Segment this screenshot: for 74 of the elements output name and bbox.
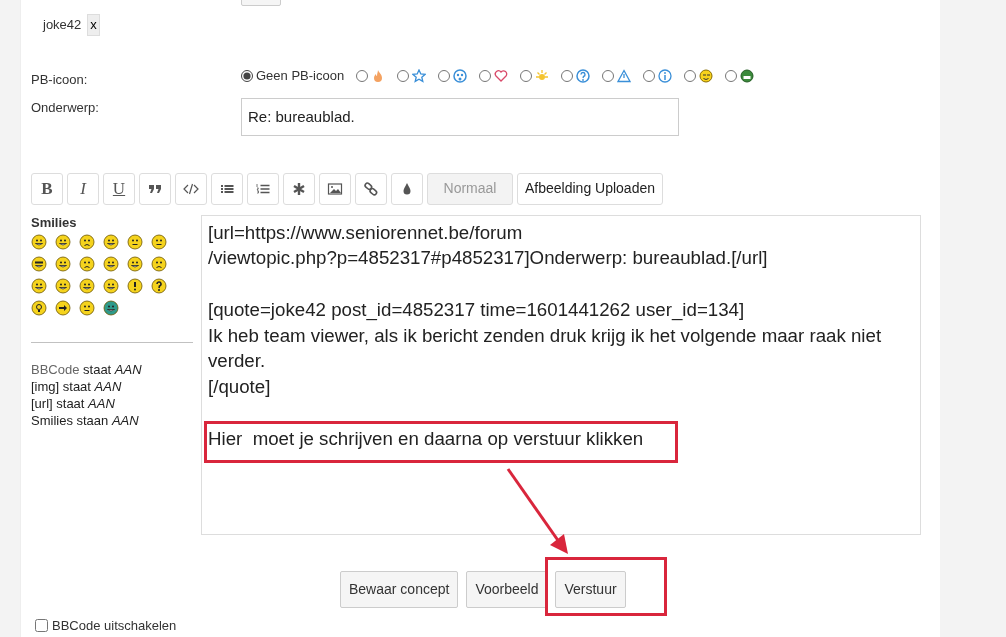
remove-button[interactable]: x: [87, 14, 100, 36]
smiley-icon[interactable]: [55, 277, 71, 294]
form-button[interactable]: Verstuur: [555, 570, 626, 608]
smiley-icon[interactable]: [151, 277, 167, 294]
radio-button[interactable]: [438, 69, 451, 82]
radio-button[interactable]: [643, 69, 656, 82]
format-button[interactable]: I: [67, 172, 99, 205]
smiley-icon[interactable]: [127, 233, 143, 250]
smiley-icon[interactable]: [31, 277, 47, 294]
format-button[interactable]: U: [103, 172, 135, 205]
heart-icon: [494, 68, 509, 83]
toolbar-button[interactable]: [391, 172, 423, 205]
smiley-icon[interactable]: [79, 277, 95, 294]
smiley-icon[interactable]: [103, 255, 119, 272]
section-title: Smilies: [31, 214, 78, 231]
smiley-icon: [699, 68, 714, 83]
toolbar-button[interactable]: [355, 172, 387, 205]
format-button[interactable]: B: [31, 172, 63, 205]
smiley-icon[interactable]: [79, 255, 95, 272]
status-text: BBCode staat AAN: [31, 360, 143, 378]
radio-button[interactable]: [602, 69, 615, 82]
warning-icon: [617, 68, 632, 83]
radio-button[interactable]: [725, 69, 738, 82]
link-icon: [363, 180, 379, 197]
toolbar-button[interactable]: [283, 172, 315, 205]
form-button[interactable]: Voorbeeld: [466, 570, 548, 608]
message-field[interactable]: [url=https://www.seniorennet.be/forum /viewtopic.php?p=4852317#p4852317]Onderwerp: bureaublad.[/url] [quote=joke42 post_id=4852317 time=1601441262 user_id=134] Ik heb team viewer, als ik bericht zenden druk krijg ik het volgende maar raak niet verder. [/quote] Hier moet je schrijven en daarna op verstuur klikken: [201, 214, 921, 535]
toolbar-button[interactable]: [211, 172, 243, 205]
toolbar-button[interactable]: [175, 172, 207, 205]
subject-field[interactable]: Re: bureaublad.: [241, 97, 679, 136]
info-icon: [658, 68, 673, 83]
toolbar-button[interactable]: [139, 172, 171, 205]
smiley-icon[interactable]: [31, 233, 47, 250]
grin-icon: [740, 68, 755, 83]
toolbar-button[interactable]: [319, 172, 351, 205]
image-icon: [327, 180, 343, 197]
toolbar-button[interactable]: [247, 172, 279, 205]
smiley-icon[interactable]: [127, 277, 143, 294]
radio-button[interactable]: [561, 69, 574, 82]
smiley-icon[interactable]: [103, 233, 119, 250]
smiley-icon[interactable]: [79, 299, 95, 316]
star-icon: [412, 68, 427, 83]
question-icon: [576, 68, 591, 83]
smiley-icon[interactable]: [79, 233, 95, 250]
recipient-name: joke42: [43, 16, 82, 35]
checkbox-label: BBCode uitschakelen: [52, 616, 177, 635]
status-text: [img] staat AAN: [31, 377, 123, 395]
smiley-icon[interactable]: [151, 233, 167, 250]
smiley-icon[interactable]: [103, 299, 119, 316]
smiley-icon[interactable]: [55, 255, 71, 272]
sun-icon: [535, 68, 550, 83]
field-label: PB-icoon:: [31, 72, 88, 87]
option-label: Geen PB-icoon: [256, 67, 345, 85]
radio-button[interactable]: [684, 69, 697, 82]
field-label: Onderwerp:: [31, 99, 99, 115]
smiley-icon[interactable]: [127, 255, 143, 272]
smiley-icon[interactable]: [55, 233, 71, 250]
status-text: [url] staat AAN: [31, 394, 116, 412]
radio-button[interactable]: [356, 69, 369, 82]
form-button[interactable]: Bewaar concept: [340, 570, 459, 608]
checkbox[interactable]: [35, 618, 48, 632]
radio-button[interactable]: [479, 69, 492, 82]
radio-button[interactable]: [397, 69, 410, 82]
asterisk-icon: [291, 180, 307, 197]
sad-face-icon: [453, 68, 468, 83]
radio-button[interactable]: [241, 69, 253, 82]
upload-button[interactable]: Afbeelding Uploaden: [517, 172, 663, 205]
smiley-icon[interactable]: [103, 277, 119, 294]
smiley-icon[interactable]: [151, 255, 167, 272]
smiley-icon[interactable]: [31, 255, 47, 272]
status-text: Smilies staan AAN: [31, 411, 140, 429]
smiley-icon[interactable]: [31, 299, 47, 316]
radio-button[interactable]: [520, 69, 533, 82]
smiley-icon[interactable]: [55, 299, 71, 316]
